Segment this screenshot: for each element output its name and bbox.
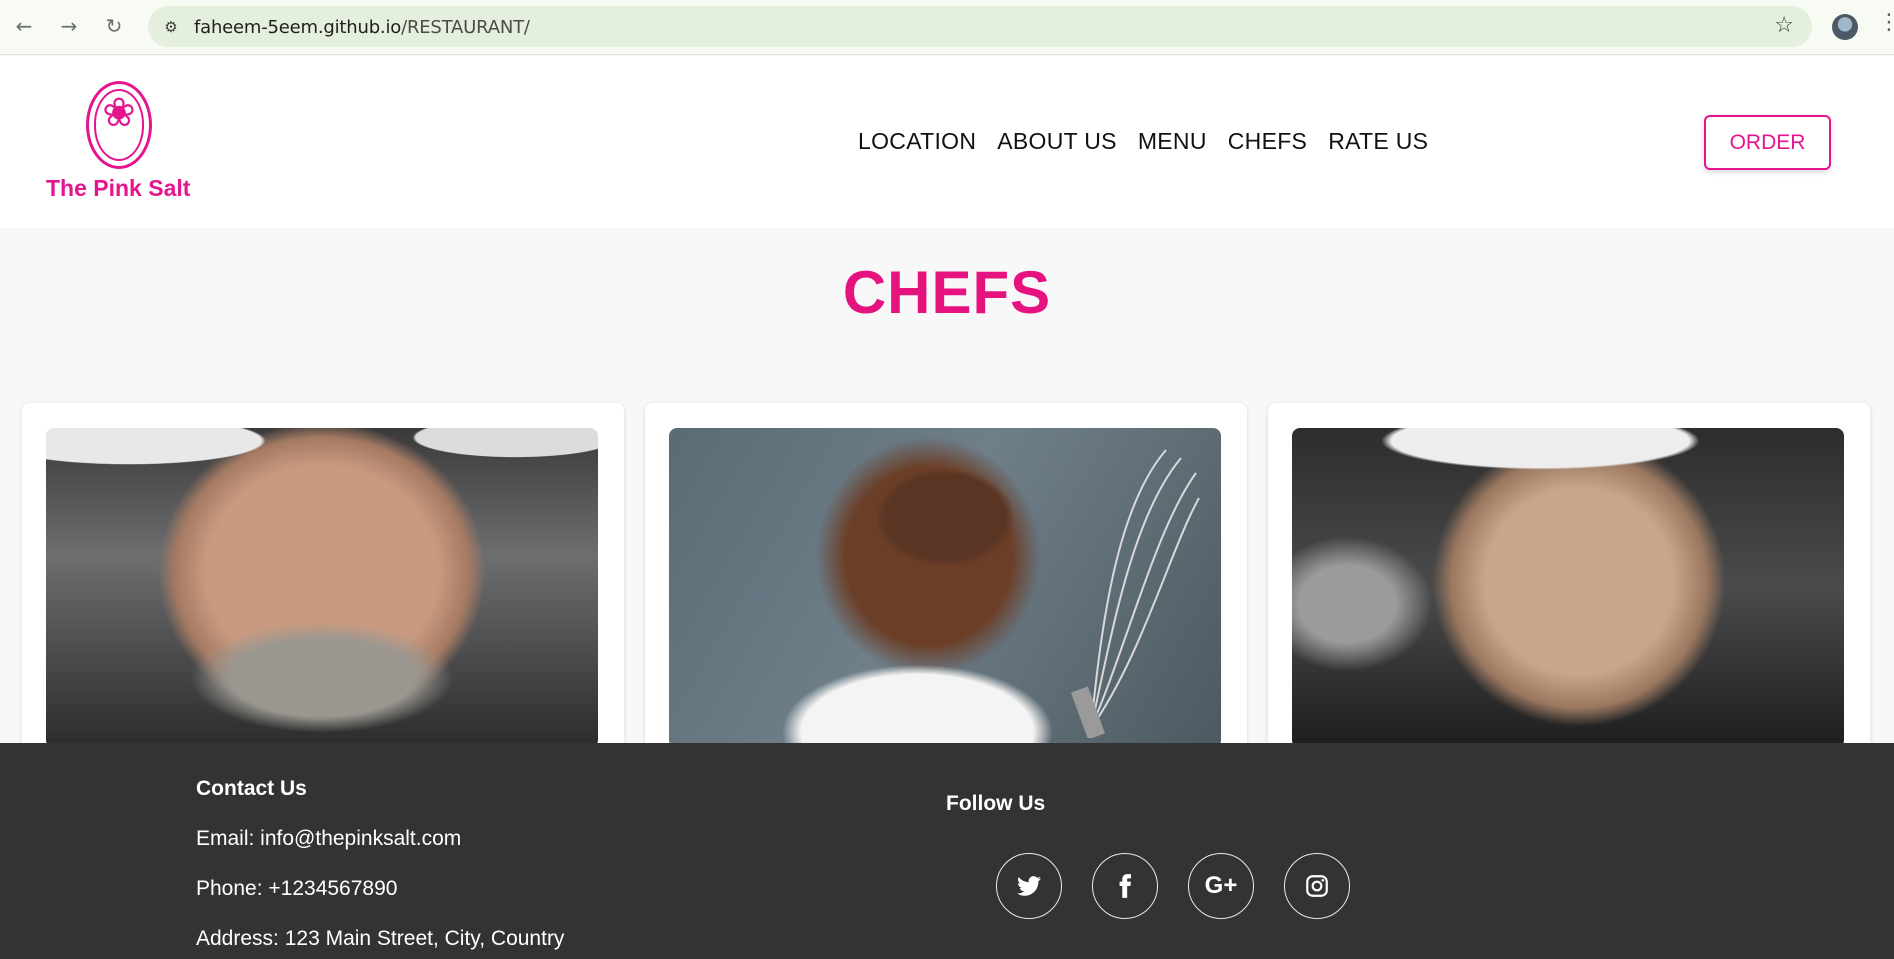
- chef-card[interactable]: [1268, 403, 1870, 763]
- nav-rate-us[interactable]: RATE US: [1328, 128, 1428, 155]
- profile-avatar[interactable]: [1832, 14, 1858, 40]
- chef-photo: [1292, 428, 1844, 748]
- nav-menu[interactable]: MENU: [1138, 128, 1207, 155]
- site-header: ❀ The Pink Salt LOCATION ABOUT US MENU C…: [0, 56, 1894, 228]
- google-plus-icon[interactable]: G+: [1188, 853, 1254, 919]
- reload-icon[interactable]: ↻: [100, 12, 128, 40]
- chef-card[interactable]: [22, 403, 624, 763]
- nav-chefs[interactable]: CHEFS: [1228, 128, 1307, 155]
- facebook-icon[interactable]: [1092, 853, 1158, 919]
- browser-menu-icon[interactable]: ⋮: [1878, 10, 1894, 35]
- url-host: faheem-5eem.github.io: [194, 17, 402, 38]
- main-navigation: LOCATION ABOUT US MENU CHEFS RATE US: [858, 128, 1428, 155]
- instagram-icon[interactable]: [1284, 853, 1350, 919]
- chef-card[interactable]: [645, 403, 1247, 763]
- instagram-camera-glyph: [1306, 875, 1328, 897]
- site-footer: Contact Us Email: info@thepinksalt.com P…: [0, 743, 1894, 959]
- contact-address: Address: 123 Main Street, City, Country: [196, 927, 565, 950]
- browser-toolbar: ← → ↻ ⚙ faheem-5eem.github.io/RESTAURANT…: [0, 0, 1894, 55]
- forward-arrow-icon[interactable]: →: [55, 12, 83, 40]
- nav-location[interactable]: LOCATION: [858, 128, 976, 155]
- url-path: /RESTAURANT/: [401, 17, 530, 38]
- contact-email: Email: info@thepinksalt.com: [196, 827, 462, 850]
- brand-logo[interactable]: ❀ The Pink Salt: [46, 81, 196, 201]
- whisk-icon: [1071, 449, 1200, 738]
- bookmark-star-icon[interactable]: ☆: [1774, 13, 1794, 38]
- site-settings-icon[interactable]: ⚙: [160, 16, 182, 38]
- chef-photo: [46, 428, 598, 748]
- back-arrow-icon[interactable]: ←: [10, 12, 38, 40]
- nav-about-us[interactable]: ABOUT US: [997, 128, 1117, 155]
- chef-photo: [669, 428, 1221, 748]
- order-button[interactable]: ORDER: [1704, 115, 1831, 170]
- address-bar[interactable]: ⚙ faheem-5eem.github.io/RESTAURANT/ ☆: [148, 6, 1812, 47]
- url-text[interactable]: faheem-5eem.github.io/RESTAURANT/: [194, 17, 530, 38]
- contact-title: Contact Us: [196, 777, 307, 800]
- contact-phone: Phone: +1234567890: [196, 877, 398, 900]
- twitter-bird-glyph: [1017, 876, 1041, 896]
- palm-leaf-icon: ❀: [102, 90, 136, 136]
- facebook-f-glyph: [1119, 874, 1131, 898]
- twitter-icon[interactable]: [996, 853, 1062, 919]
- logo-emblem: ❀: [86, 81, 152, 169]
- page-title: CHEFS: [842, 259, 1052, 326]
- brand-name: The Pink Salt: [46, 175, 191, 201]
- follow-title: Follow Us: [946, 792, 1046, 815]
